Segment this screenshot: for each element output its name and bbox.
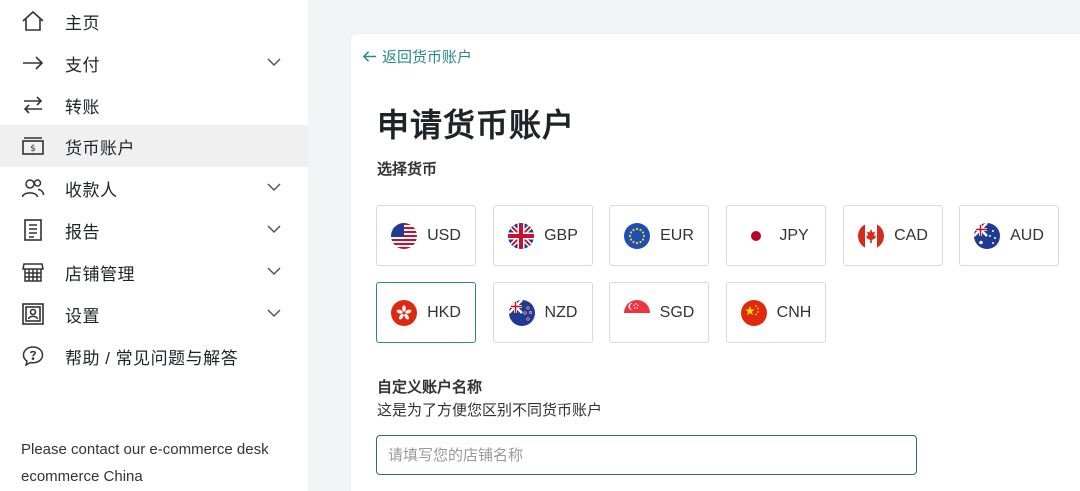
sidebar-item-label: 支付 bbox=[65, 55, 100, 75]
sidebar-item-home[interactable]: 主页 bbox=[0, 0, 308, 42]
arrow-right-icon bbox=[20, 50, 46, 76]
chevron-down-icon[interactable] bbox=[266, 263, 282, 279]
account-name-label: 自定义账户名称 bbox=[377, 379, 483, 396]
currency-option-jpy[interactable]: JPY bbox=[726, 205, 826, 266]
sidebar-item-label: 设置 bbox=[65, 306, 100, 326]
currency-option-aud[interactable]: AUD bbox=[959, 205, 1059, 266]
sidebar-item-label: 报告 bbox=[65, 222, 100, 242]
sidebar-item-help[interactable]: 帮助 / 常见问题与解答 bbox=[0, 335, 308, 377]
canada-flag-icon bbox=[858, 222, 885, 249]
currency-code: USD bbox=[427, 226, 461, 244]
transfer-icon bbox=[20, 92, 46, 118]
currency-code: CAD bbox=[894, 226, 928, 244]
chevron-down-icon[interactable] bbox=[266, 179, 282, 195]
new-zealand-flag-icon bbox=[508, 299, 535, 326]
currency-option-nzd[interactable]: NZD bbox=[493, 282, 593, 343]
us-flag-icon bbox=[391, 222, 418, 249]
currency-option-hkd[interactable]: HKD bbox=[376, 282, 476, 343]
chevron-down-icon[interactable] bbox=[266, 54, 282, 70]
main-card: 返回货币账户 申请货币账户 选择货币 USD GBP EUR JPY CAD A… bbox=[351, 34, 1080, 491]
sidebar-item-label: 转账 bbox=[65, 97, 100, 117]
people-icon bbox=[20, 175, 46, 201]
hong-kong-flag-icon bbox=[391, 299, 418, 326]
currency-option-cad[interactable]: CAD bbox=[843, 205, 943, 266]
currency-option-eur[interactable]: EUR bbox=[609, 205, 709, 266]
help-icon bbox=[20, 343, 46, 369]
chevron-down-icon[interactable] bbox=[266, 221, 282, 237]
sidebar-item-label: 帮助 / 常见问题与解答 bbox=[65, 348, 239, 368]
sidebar-item-transfer[interactable]: 转账 bbox=[0, 84, 308, 126]
account-name-input[interactable] bbox=[376, 435, 917, 475]
singapore-flag-icon bbox=[623, 299, 650, 326]
sidebar-item-settings[interactable]: 设置 bbox=[0, 293, 308, 335]
currency-option-sgd[interactable]: SGD bbox=[609, 282, 709, 343]
japan-flag-icon bbox=[743, 222, 770, 249]
currency-section-label: 选择货币 bbox=[377, 161, 438, 178]
sidebar-item-store-management[interactable]: 店铺管理 bbox=[0, 251, 308, 293]
chevron-down-icon[interactable] bbox=[266, 305, 282, 321]
sidebar-item-label: 货币账户 bbox=[65, 138, 135, 158]
arrow-left-icon bbox=[362, 51, 377, 62]
currency-code: GBP bbox=[544, 226, 578, 244]
sidebar-item-currency-accounts[interactable]: $ 货币账户 bbox=[0, 125, 308, 167]
sidebar-item-reports[interactable]: 报告 bbox=[0, 209, 308, 251]
currency-code: NZD bbox=[544, 303, 578, 321]
contact-name: ecommerce China bbox=[21, 468, 143, 485]
sidebar-footer: Please contact our e-commerce desk ecomm… bbox=[21, 436, 269, 490]
home-icon bbox=[20, 8, 46, 34]
uk-flag-icon bbox=[508, 222, 535, 249]
currency-code: SGD bbox=[659, 303, 695, 321]
sidebar-item-label: 收款人 bbox=[65, 180, 118, 200]
sidebar: 主页 支付 转账 $ 货币账户 收款人 报告 店铺管理 设置 帮助 / 常见问题… bbox=[0, 0, 308, 491]
back-to-currency-accounts-link[interactable]: 返回货币账户 bbox=[362, 46, 472, 67]
svg-text:$: $ bbox=[30, 144, 36, 154]
contact-text: Please contact our e-commerce desk bbox=[21, 441, 269, 458]
sidebar-item-label: 主页 bbox=[65, 13, 100, 33]
sidebar-item-payment[interactable]: 支付 bbox=[0, 42, 308, 84]
report-icon bbox=[20, 217, 46, 243]
eu-flag-icon bbox=[624, 222, 651, 249]
currency-option-cnh[interactable]: CNH bbox=[726, 282, 826, 343]
store-icon bbox=[20, 259, 46, 285]
currency-code: EUR bbox=[660, 226, 694, 244]
currency-code: CNH bbox=[776, 303, 812, 321]
currency-option-usd[interactable]: USD bbox=[376, 205, 476, 266]
settings-icon bbox=[20, 301, 46, 327]
wallet-icon: $ bbox=[20, 133, 46, 159]
account-name-help-text: 这是为了方便您区别不同货币账户 bbox=[377, 402, 603, 419]
currency-option-gbp[interactable]: GBP bbox=[493, 205, 593, 266]
sidebar-item-payees[interactable]: 收款人 bbox=[0, 167, 308, 209]
currency-code: JPY bbox=[779, 226, 809, 244]
china-flag-icon bbox=[740, 299, 767, 326]
page-title: 申请货币账户 bbox=[377, 107, 576, 143]
currency-code: AUD bbox=[1010, 226, 1044, 244]
currency-code: HKD bbox=[427, 303, 461, 321]
australia-flag-icon bbox=[974, 222, 1001, 249]
back-link-label: 返回货币账户 bbox=[382, 49, 473, 66]
sidebar-item-label: 店铺管理 bbox=[65, 264, 135, 284]
